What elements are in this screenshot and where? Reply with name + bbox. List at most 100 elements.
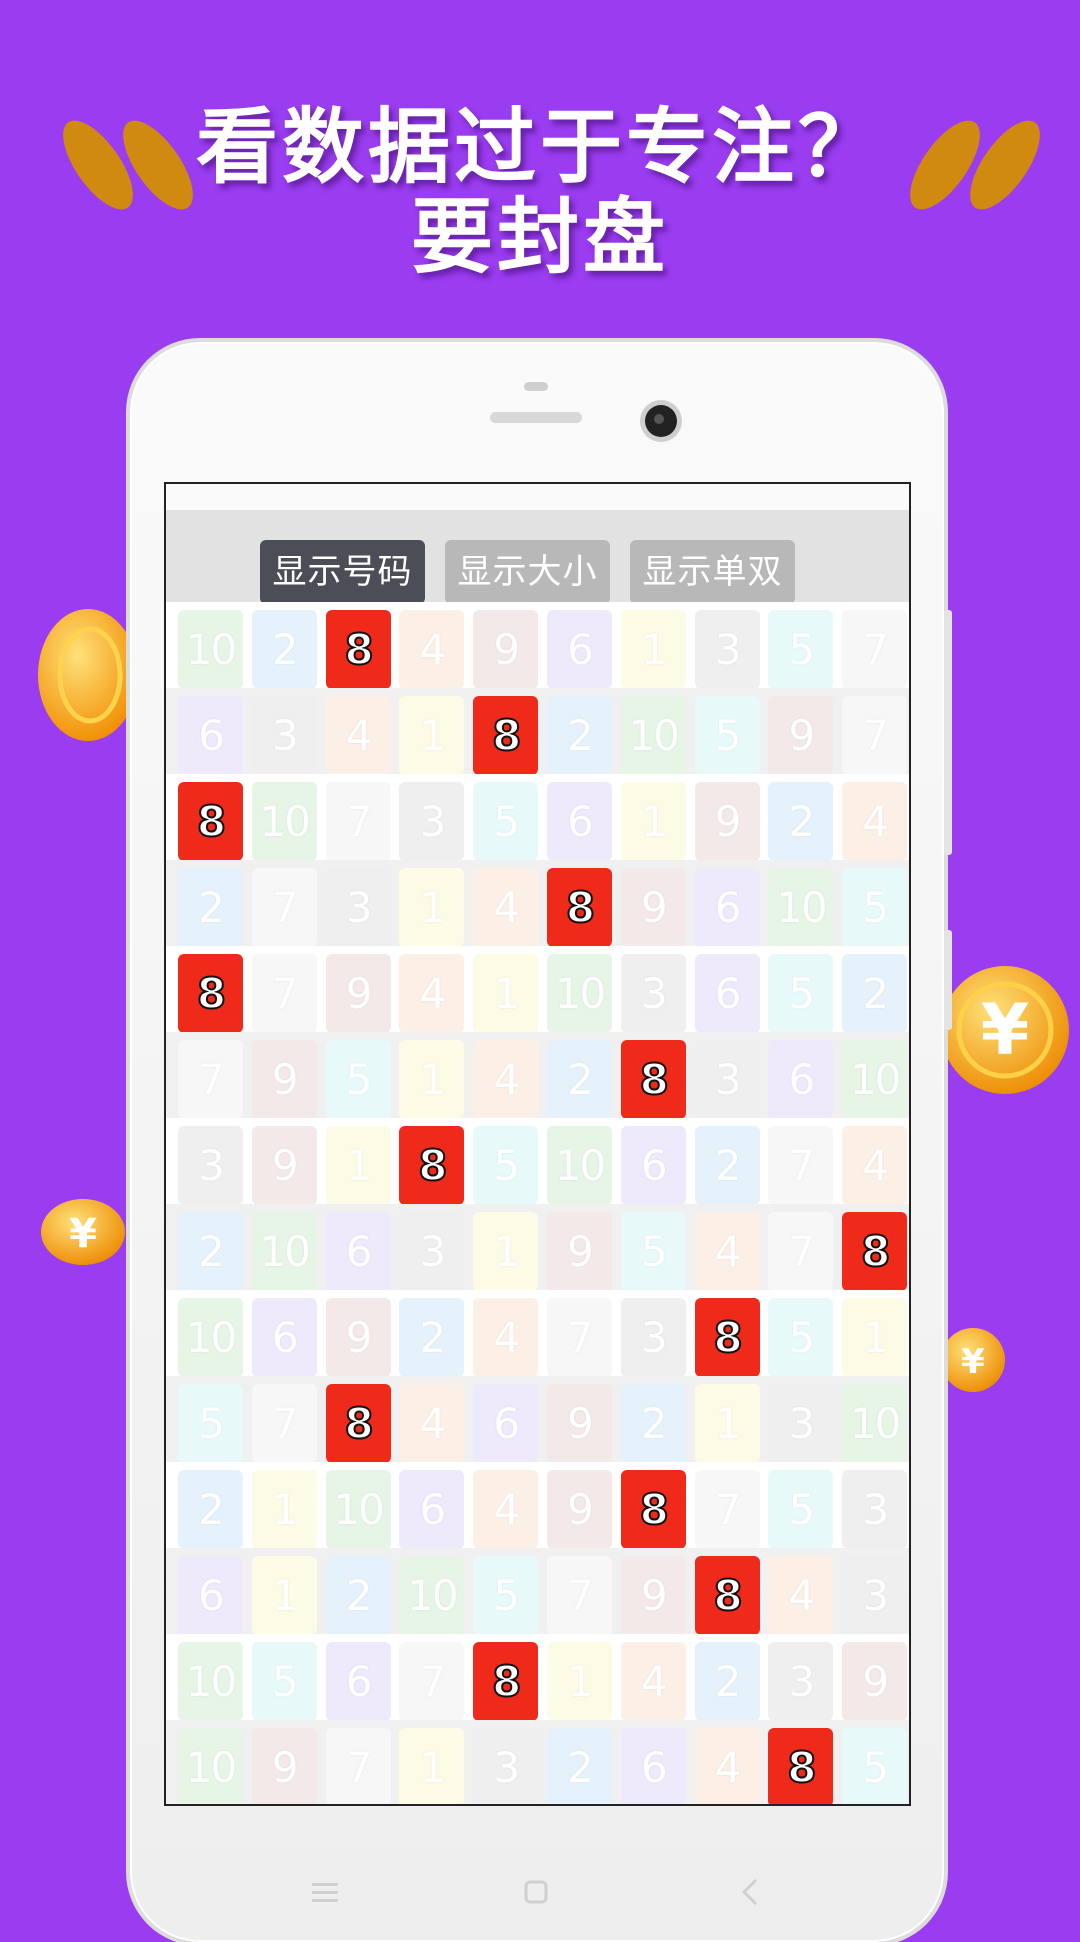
headline-line-1: 看数据过于专注？ [195, 100, 884, 195]
number-cell: 10 [178, 610, 243, 689]
number-cell: 3 [473, 1728, 539, 1804]
number-cell: 4 [473, 1298, 539, 1377]
number-cell: 9 [251, 1126, 317, 1205]
number-cell: 7 [325, 782, 391, 861]
grid-row: 2 7 3 1 4 8 9 6 10 5 [166, 860, 909, 947]
grid-row: 6 1 2 10 5 7 9 8 4 3 [166, 1548, 909, 1635]
number-cell: 1 [842, 1298, 908, 1377]
number-cell: 3 [251, 696, 317, 775]
number-cell: 9 [620, 868, 686, 947]
number-cell: 3 [399, 1212, 465, 1291]
menu-icon[interactable] [312, 1882, 338, 1902]
show-odd-even-button[interactable]: 显示单双 [630, 540, 795, 604]
number-cell: 1 [473, 954, 539, 1033]
number-cell: 4 [473, 1040, 539, 1119]
number-cell: 10 [251, 782, 317, 861]
number-cell: 4 [399, 610, 465, 689]
number-cell: 5 [473, 1126, 539, 1205]
number-cell: 1 [251, 1470, 317, 1549]
earpiece [490, 412, 582, 423]
volume-button [944, 930, 952, 1030]
number-cell: 2 [842, 954, 908, 1033]
number-cell: 7 [842, 610, 908, 689]
number-cell: 8 [473, 1642, 539, 1721]
number-cell: 6 [325, 1212, 391, 1291]
number-cell: 9 [620, 1556, 686, 1635]
show-size-button[interactable]: 显示大小 [445, 540, 610, 604]
number-cell: 1 [473, 1212, 539, 1291]
svg-text:¥: ¥ [69, 1211, 97, 1257]
number-cell: 8 [547, 868, 612, 947]
grid-row: 2 1 10 6 4 9 8 7 5 3 [166, 1462, 909, 1549]
number-cell: 7 [178, 1040, 243, 1119]
power-button [944, 610, 952, 855]
number-cell: 9 [547, 1384, 612, 1463]
number-cell: 3 [842, 1556, 908, 1635]
show-number-button[interactable]: 显示号码 [260, 540, 425, 604]
number-grid: 10 2 8 4 9 6 1 3 5 7 6 3 4 1 8 2 10 5 9 7 8 10 7 3 5 6 1 9 2 4 2 7 3 1 4 8 9… [166, 602, 909, 1804]
number-cell: 6 [399, 1470, 465, 1549]
number-cell: 7 [251, 954, 317, 1033]
grid-row: 10 9 7 1 3 2 6 4 8 5 [166, 1720, 909, 1804]
number-cell: 7 [547, 1298, 612, 1377]
number-cell: 6 [694, 868, 760, 947]
grid-row: 10 2 8 4 9 6 1 3 5 7 [166, 602, 909, 689]
grid-row: 2 10 6 3 1 9 5 4 7 8 [166, 1204, 909, 1291]
number-cell: 10 [399, 1556, 465, 1635]
number-cell: 4 [694, 1728, 760, 1804]
number-cell: 2 [399, 1298, 465, 1377]
number-cell: 6 [694, 954, 760, 1033]
number-cell: 9 [325, 1298, 391, 1377]
front-camera-icon [645, 405, 677, 437]
number-cell: 2 [620, 1384, 686, 1463]
number-cell: 7 [694, 1470, 760, 1549]
number-cell: 3 [325, 868, 391, 947]
number-cell: 8 [694, 1556, 760, 1635]
number-cell: 2 [325, 1556, 391, 1635]
number-cell: 4 [620, 1642, 686, 1721]
number-cell: 2 [547, 696, 612, 775]
number-cell: 1 [694, 1384, 760, 1463]
number-cell: 7 [547, 1556, 612, 1635]
number-cell: 4 [325, 696, 391, 775]
number-cell: 4 [842, 782, 908, 861]
number-cell: 7 [251, 868, 317, 947]
number-cell: 6 [768, 1040, 834, 1119]
grid-row: 5 7 8 4 6 9 2 1 3 10 [166, 1376, 909, 1463]
grid-row: 8 10 7 3 5 6 1 9 2 4 [166, 774, 909, 861]
number-cell: 5 [473, 1556, 539, 1635]
number-cell: 9 [768, 696, 834, 775]
back-icon[interactable] [741, 1878, 759, 1906]
number-cell: 8 [325, 1384, 391, 1463]
number-cell: 5 [768, 954, 834, 1033]
number-cell: 5 [620, 1212, 686, 1291]
number-cell: 8 [473, 696, 539, 775]
number-cell: 6 [178, 1556, 243, 1635]
number-cell: 8 [399, 1126, 465, 1205]
number-cell: 8 [694, 1298, 760, 1377]
number-cell: 10 [768, 868, 834, 947]
number-cell: 3 [842, 1470, 908, 1549]
number-cell: 6 [547, 610, 612, 689]
number-cell: 10 [547, 954, 612, 1033]
number-cell: 10 [547, 1126, 612, 1205]
number-cell: 7 [768, 1212, 834, 1291]
number-cell: 1 [251, 1556, 317, 1635]
grid-row: 10 5 6 7 8 1 4 2 3 9 [166, 1634, 909, 1721]
number-cell: 4 [768, 1556, 834, 1635]
number-cell: 8 [768, 1728, 834, 1804]
svg-text:¥: ¥ [961, 1342, 985, 1382]
yen-coin-icon: ¥ [941, 1328, 1005, 1392]
number-cell: 8 [620, 1470, 686, 1549]
number-cell: 7 [399, 1642, 465, 1721]
home-icon[interactable] [524, 1880, 548, 1904]
headline-line-2: 要封盘 [410, 190, 669, 285]
number-cell: 9 [325, 954, 391, 1033]
number-cell: 1 [399, 696, 465, 775]
number-cell: 10 [178, 1728, 243, 1804]
number-cell: 3 [694, 610, 760, 689]
number-cell: 9 [251, 1728, 317, 1804]
grid-row: 10 6 9 2 4 7 3 8 5 1 [166, 1290, 909, 1377]
number-cell: 5 [325, 1040, 391, 1119]
number-cell: 1 [620, 610, 686, 689]
